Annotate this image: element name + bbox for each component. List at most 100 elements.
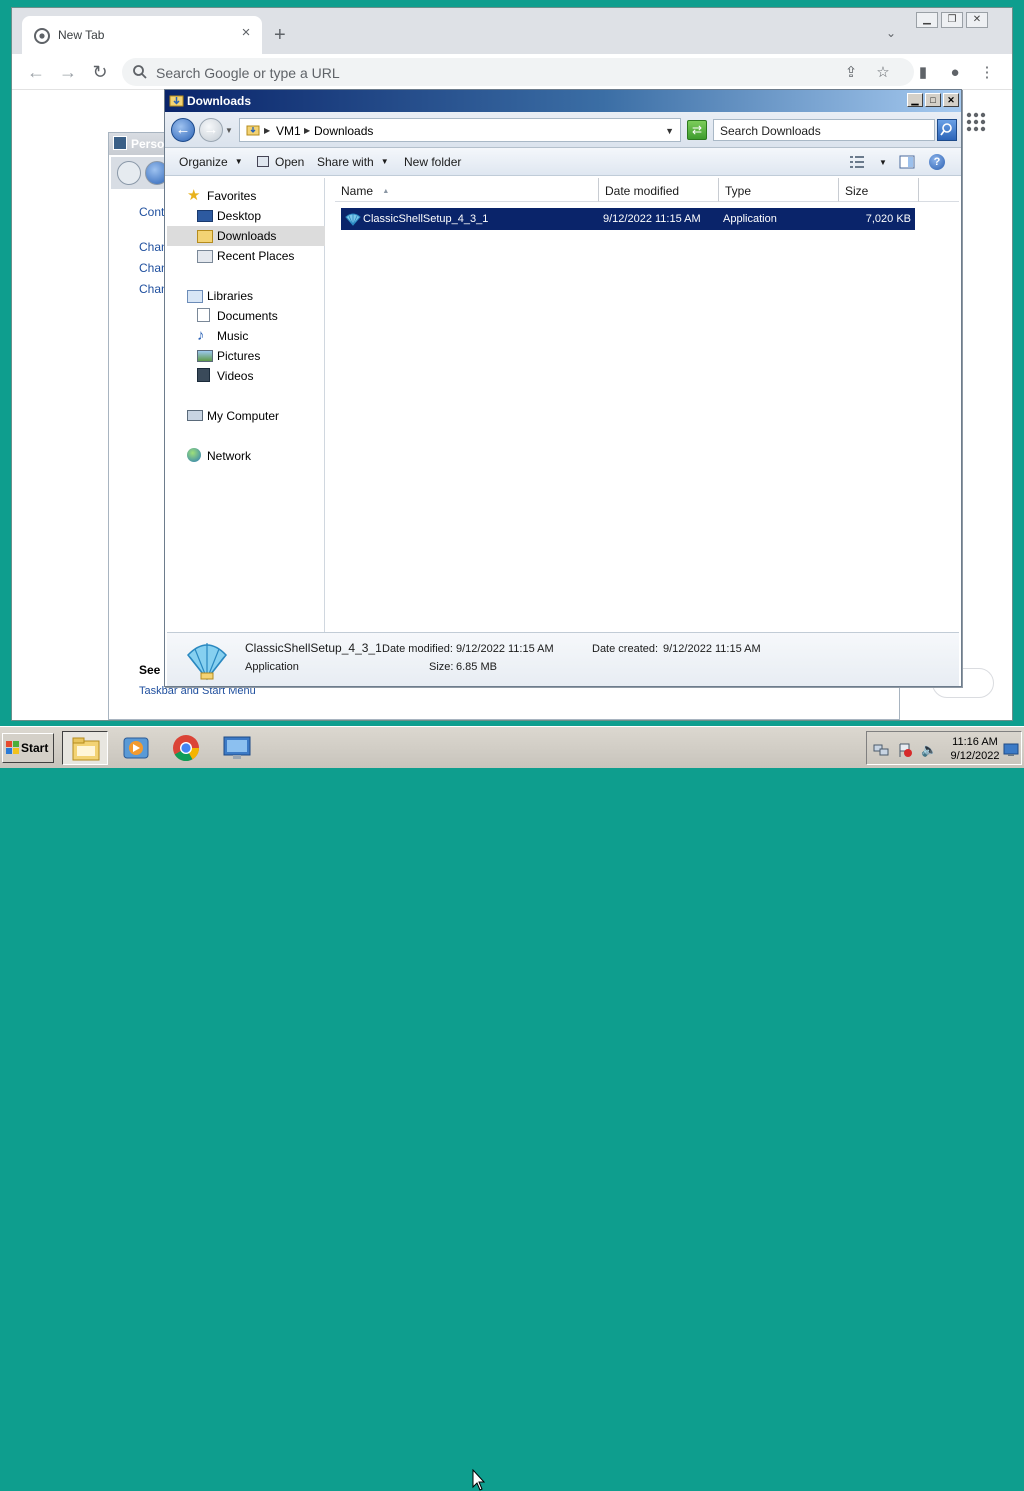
- videos-icon: [197, 368, 210, 382]
- nav-label: Recent Places: [217, 249, 295, 263]
- omnibox-placeholder: Search Google or type a URL: [156, 65, 340, 81]
- explorer-window: Downloads ▁ □ ✕ ← → ▼ ▶ VM1 ▶ Downloads …: [164, 89, 962, 687]
- nav-favorites[interactable]: ★ Favorites: [167, 186, 325, 206]
- media-player-icon: [123, 737, 149, 759]
- nav-pictures[interactable]: Pictures: [167, 346, 325, 366]
- network-tray-icon[interactable]: [873, 742, 889, 758]
- personalization-title: Perso: [131, 137, 165, 151]
- view-dropdown-icon[interactable]: ▼: [879, 158, 887, 167]
- column-header-name[interactable]: Name ▲: [335, 178, 599, 202]
- search-icon[interactable]: [937, 119, 957, 141]
- file-type: Application: [723, 213, 777, 225]
- show-desktop-icon[interactable]: [1003, 742, 1019, 758]
- nav-downloads[interactable]: Downloads: [167, 226, 325, 246]
- breadcrumb-separator-icon[interactable]: ▶: [304, 126, 310, 135]
- column-header-size[interactable]: Size: [839, 178, 919, 202]
- column-header-date-modified[interactable]: Date modified: [599, 178, 719, 202]
- nav-music[interactable]: ♪ Music: [167, 326, 325, 346]
- nav-network[interactable]: Network: [167, 446, 325, 466]
- nav-desktop[interactable]: Desktop: [167, 206, 325, 226]
- navigation-pane: ★ Favorites Desktop Downloads Recent Pla…: [167, 178, 325, 632]
- breadcrumb-separator-icon[interactable]: ▶: [264, 126, 270, 135]
- maximize-icon[interactable]: □: [925, 93, 941, 107]
- open-button[interactable]: Open: [257, 155, 304, 169]
- downloads-folder-icon: [197, 230, 213, 243]
- view-options-icon[interactable]: [849, 154, 865, 170]
- profile-icon[interactable]: ●: [946, 64, 964, 82]
- back-button[interactable]: ←: [171, 118, 195, 142]
- share-icon[interactable]: ⇪: [842, 64, 860, 82]
- history-dropdown-icon[interactable]: ▼: [225, 126, 233, 135]
- app-icon: [257, 156, 269, 167]
- close-icon[interactable]: ✕: [966, 12, 988, 28]
- task-link[interactable]: Cont: [139, 205, 164, 219]
- column-header-type[interactable]: Type: [719, 178, 839, 202]
- desktop-icon: [197, 210, 213, 222]
- windows-flag-icon: [6, 741, 19, 754]
- close-icon[interactable]: ✕: [943, 93, 959, 107]
- refresh-icon[interactable]: ⇄: [687, 120, 707, 140]
- breadcrumb-vm1[interactable]: VM1: [276, 124, 301, 138]
- organize-button[interactable]: Organize ▼: [179, 155, 243, 169]
- address-dropdown-icon[interactable]: ▼: [665, 126, 674, 136]
- help-icon[interactable]: ?: [929, 154, 945, 170]
- share-with-button[interactable]: Share with ▼: [317, 155, 389, 169]
- breadcrumb-downloads[interactable]: Downloads: [314, 124, 373, 138]
- details-pane: ClassicShellSetup_4_3_1 Application Date…: [167, 632, 959, 686]
- folder-icon: [246, 125, 260, 136]
- details-size: 6.85 MB: [456, 661, 497, 673]
- tab-strip: New Tab × + ⌄ ▁ ❐ ✕: [12, 8, 1012, 54]
- tab-new-tab[interactable]: New Tab ×: [22, 16, 262, 54]
- chevron-down-icon: ▼: [380, 157, 389, 166]
- tab-close-icon[interactable]: ×: [238, 25, 254, 41]
- volume-icon[interactable]: 🔈: [921, 742, 937, 758]
- search-placeholder: Search Downloads: [720, 124, 821, 138]
- details-date-created-label: Date created:: [592, 643, 659, 655]
- new-folder-button[interactable]: New folder: [404, 155, 461, 169]
- omnibox[interactable]: Search Google or type a URL: [122, 58, 914, 86]
- folder-icon: [72, 737, 100, 761]
- nav-label: My Computer: [207, 409, 280, 423]
- menu-icon[interactable]: ⋮: [978, 64, 996, 82]
- forward-button[interactable]: →: [199, 118, 223, 142]
- nav-recent-places[interactable]: Recent Places: [167, 246, 325, 266]
- nav-label: Libraries: [207, 289, 254, 303]
- nav-videos[interactable]: Videos: [167, 366, 325, 386]
- forward-arrow-icon[interactable]: →: [58, 62, 78, 82]
- chrome-window-controls: ▁ ❐ ✕: [916, 12, 988, 28]
- back-arrow-icon[interactable]: ←: [26, 62, 46, 82]
- taskbar-media-player-button[interactable]: [114, 731, 160, 765]
- google-apps-icon[interactable]: [966, 112, 986, 132]
- minimize-icon[interactable]: ▁: [907, 93, 923, 107]
- taskbar-chrome-button[interactable]: [164, 731, 210, 765]
- search-input[interactable]: Search Downloads: [713, 119, 935, 141]
- folder-download-icon: [169, 95, 184, 107]
- column-header-filler: [919, 178, 959, 202]
- nav-my-computer[interactable]: My Computer: [167, 406, 325, 426]
- command-bar: Organize ▼ Open Share with ▼ New folder ▼: [165, 148, 961, 176]
- clock[interactable]: 11:16 AM 9/12/2022: [947, 735, 1003, 763]
- nav-libraries[interactable]: Libraries: [167, 286, 325, 306]
- maximize-icon[interactable]: ❐: [941, 12, 963, 28]
- see-also-heading: See: [139, 663, 161, 677]
- file-row[interactable]: ClassicShellSetup_4_3_1 9/12/2022 11:15 …: [341, 208, 915, 230]
- new-tab-button[interactable]: +: [274, 24, 286, 46]
- bookmark-star-icon[interactable]: ☆: [874, 64, 892, 82]
- monitor-icon: [223, 736, 251, 759]
- action-center-flag-icon[interactable]: [897, 742, 913, 758]
- tab-search-icon[interactable]: ⌄: [886, 26, 896, 40]
- reload-icon[interactable]: ↻: [90, 62, 110, 82]
- preview-pane-icon[interactable]: [899, 154, 915, 170]
- taskbar-remote-desktop-button[interactable]: [214, 731, 260, 765]
- taskbar-explorer-button[interactable]: [62, 731, 108, 765]
- minimize-icon[interactable]: ▁: [916, 12, 938, 28]
- back-button[interactable]: [117, 161, 141, 185]
- file-name: ClassicShellSetup_4_3_1: [363, 213, 489, 225]
- file-list: Name ▲ Date modified Type Size ClassicSh…: [327, 178, 959, 632]
- address-bar[interactable]: ▶ VM1 ▶ Downloads ▼: [239, 118, 681, 142]
- libraries-icon: [187, 290, 203, 303]
- side-panel-icon[interactable]: ▮: [914, 64, 932, 82]
- start-button[interactable]: Start: [2, 733, 54, 763]
- nav-documents[interactable]: Documents: [167, 306, 325, 326]
- clock-date: 9/12/2022: [950, 750, 1000, 762]
